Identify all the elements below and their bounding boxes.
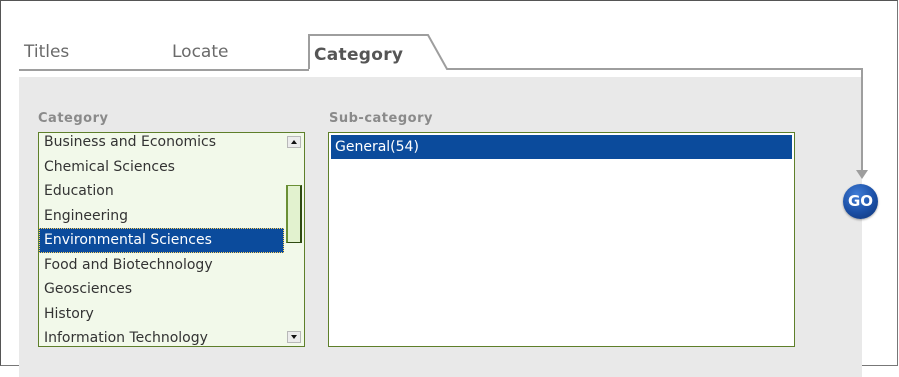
tab-titles[interactable]: Titles [24, 42, 69, 62]
category-label: Category [38, 111, 109, 126]
category-listbox[interactable]: Business and Economics Chemical Sciences… [38, 132, 305, 347]
scrollbar-thumb[interactable] [286, 185, 302, 243]
category-option[interactable]: Food and Biotechnology [39, 253, 284, 278]
scroll-down-icon [291, 335, 297, 339]
scroll-up-icon [291, 140, 297, 144]
category-option[interactable]: Business and Economics [39, 133, 284, 155]
tab-divider [19, 69, 309, 71]
subcategory-label: Sub-category [329, 111, 433, 126]
category-option[interactable]: Education [39, 179, 284, 204]
scroll-up-button[interactable] [287, 136, 301, 148]
scroll-down-button[interactable] [287, 331, 301, 343]
category-option[interactable]: History [39, 302, 284, 327]
category-list: Business and Economics Chemical Sciences… [39, 133, 284, 346]
category-option[interactable]: Chemical Sciences [39, 155, 284, 180]
tab-locate[interactable]: Locate [172, 42, 228, 62]
go-button[interactable]: GO [843, 184, 878, 219]
tab-category[interactable]: Category [314, 45, 403, 65]
category-option[interactable]: Engineering [39, 204, 284, 229]
subcategory-option-selected[interactable]: General(54) [331, 135, 792, 159]
subcategory-listbox[interactable]: General(54) [328, 132, 795, 347]
category-option-selected[interactable]: Environmental Sciences [39, 228, 284, 253]
category-scrollbar[interactable] [286, 133, 304, 346]
category-option[interactable]: Geosciences [39, 277, 284, 302]
category-option[interactable]: Information Technology [39, 326, 284, 346]
